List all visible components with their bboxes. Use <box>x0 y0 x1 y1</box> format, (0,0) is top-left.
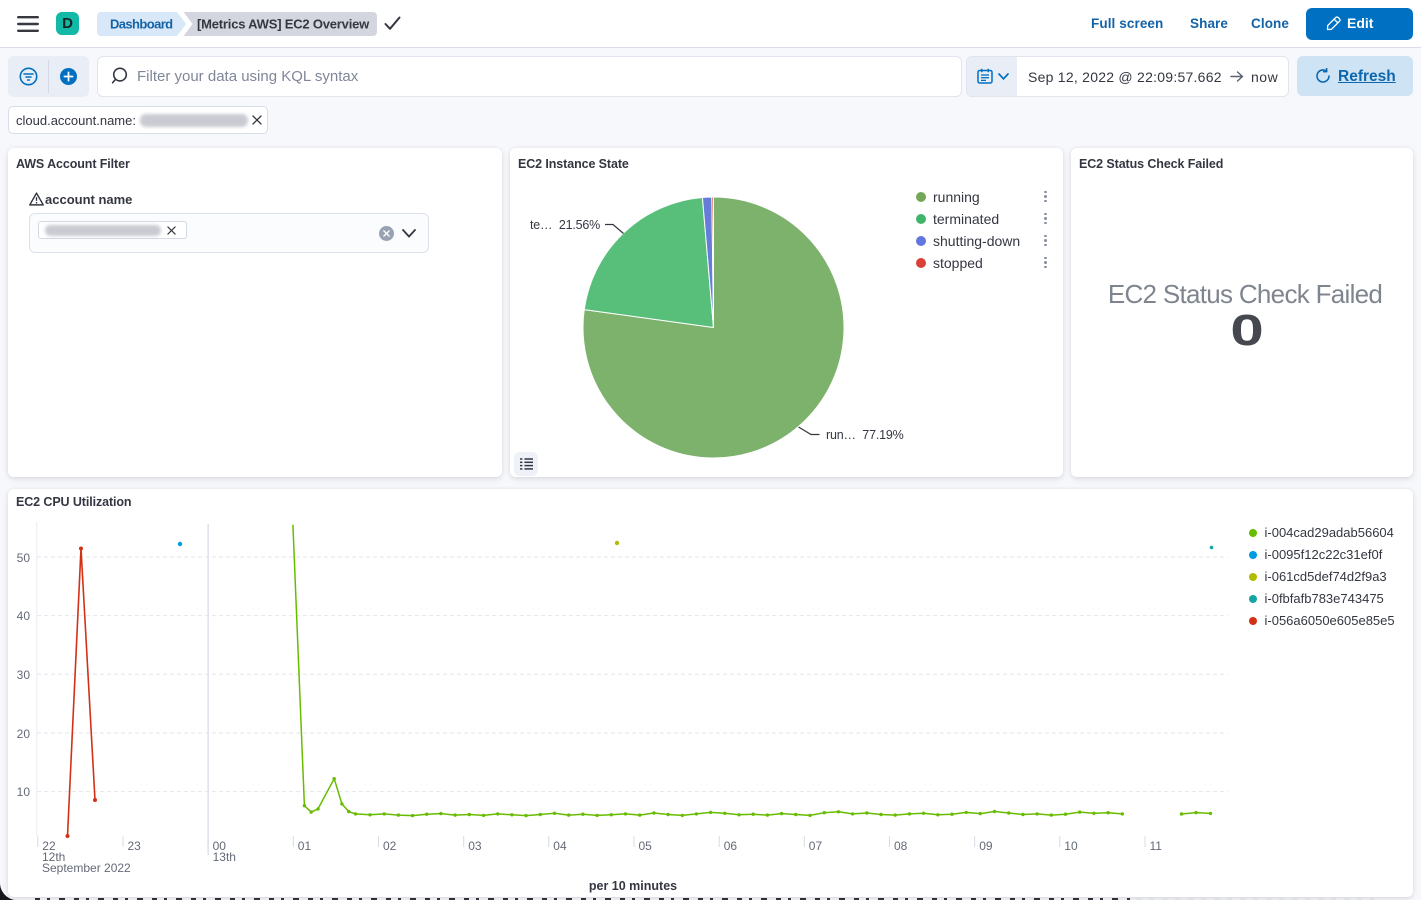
svg-text:[Metrics AWS] EC2 Overview: [Metrics AWS] EC2 Overview <box>197 17 370 32</box>
svg-text:Dashboard: Dashboard <box>110 17 173 32</box>
